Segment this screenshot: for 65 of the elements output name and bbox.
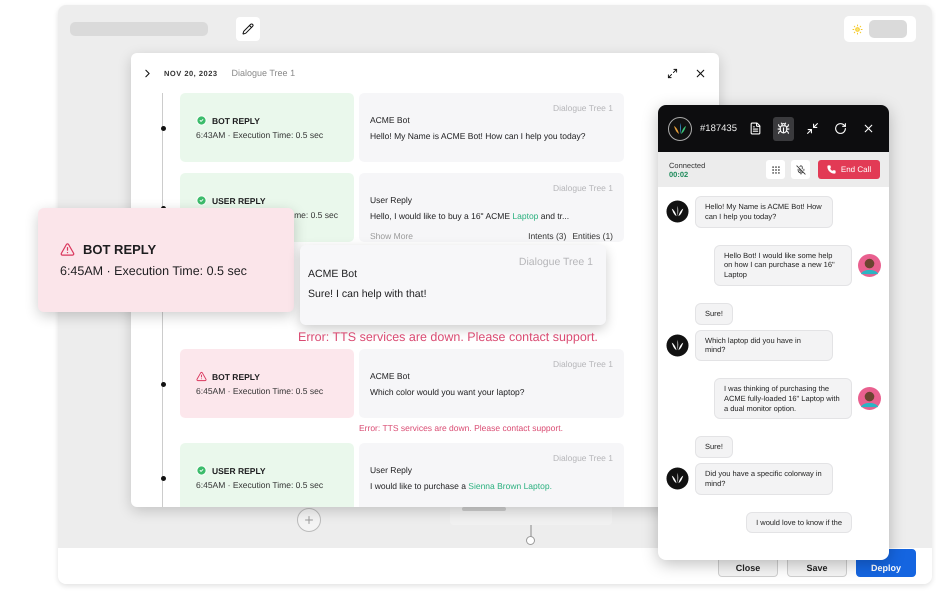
close-icon [862,122,876,135]
mute-button[interactable] [791,160,810,179]
entities-link[interactable]: Entities (1) [572,231,613,241]
error-message: Error: TTS services are down. Please contact support. [359,423,563,433]
document-icon [748,122,762,135]
execution-meta: 6:43AM · Execution Time: 0.5 sec [196,130,324,140]
execution-meta: 6:45AM · Execution Time: 0.5 sec [60,264,248,278]
phone-icon [826,165,836,174]
timeline-dot [161,126,166,131]
reply-label: BOT REPLY [83,242,156,257]
keypad-icon [770,164,780,174]
theme-switcher[interactable] [844,16,916,42]
message-text: Sure! I can help with that! [308,288,428,300]
source-label: Dialogue Tree 1 [552,183,613,193]
execution-meta: 6:45AM · Execution Time: 0.5 sec [196,386,324,396]
execution-meta: 6:45AM · Execution Time: 0.5 sec [196,480,324,490]
reply-label: USER REPLY [212,196,266,206]
pencil-icon [242,23,254,35]
toggle-placeholder [869,20,907,38]
reply-label: BOT REPLY [212,116,260,126]
source-label: Dialogue Tree 1 [552,103,613,113]
warning-icon [60,242,75,257]
message-text: Hello! My Name is ACME Bot! How can I help you today? [370,131,586,141]
check-icon [196,465,207,476]
check-icon [196,115,207,126]
mic-off-icon [796,164,806,174]
speaker-name: ACME Bot [370,371,411,381]
user-avatar [858,254,881,277]
header-tool-button[interactable] [773,116,794,140]
bot-avatar [666,200,689,224]
speaker-name: User Reply [370,195,414,205]
reply-label: BOT REPLY [212,372,260,382]
ticket-number: #187435 [700,123,737,134]
source-label: Dialogue Tree 1 [552,359,613,369]
end-call-button[interactable]: End Call [818,160,880,179]
warning-icon [196,371,207,382]
minimize-icon [806,122,818,135]
plus-icon [303,514,315,526]
refresh-icon [834,122,847,135]
intents-link[interactable]: Intents (3) [528,231,566,241]
panel-title: Dialogue Tree 1 [232,68,296,78]
bot-avatar [666,334,689,357]
error-message: Error: TTS services are down. Please contact support. [298,330,598,344]
message-text: Hello, I would like to buy a 16" ACME Laptop and tr... [370,211,570,221]
timeline-dot [161,382,166,387]
user-avatar [858,387,881,410]
keypad-button[interactable] [766,160,785,179]
message-text: Which color would you want your laptop? [370,387,526,397]
timeline-dot [161,476,166,481]
close-icon [694,66,707,80]
check-icon [196,195,207,206]
reply-label: USER REPLY [212,466,266,476]
edit-button[interactable] [236,17,260,41]
bot-avatar [666,467,689,490]
speaker-name: ACME Bot [308,268,358,280]
source-label: Dialogue Tree 1 [552,453,613,463]
message-text: I would like to purchase a Sienna Brown Laptop. [370,481,553,491]
sun-icon [852,24,863,34]
speaker-name: User Reply [370,465,414,475]
source-label: Dialogue Tree 1 [518,256,593,268]
speaker-name: ACME Bot [370,115,411,125]
expand-icon [667,68,678,78]
bot-avatar [668,116,692,140]
execution-meta: me: 0.5 sec [293,210,338,220]
bug-icon [777,122,790,135]
